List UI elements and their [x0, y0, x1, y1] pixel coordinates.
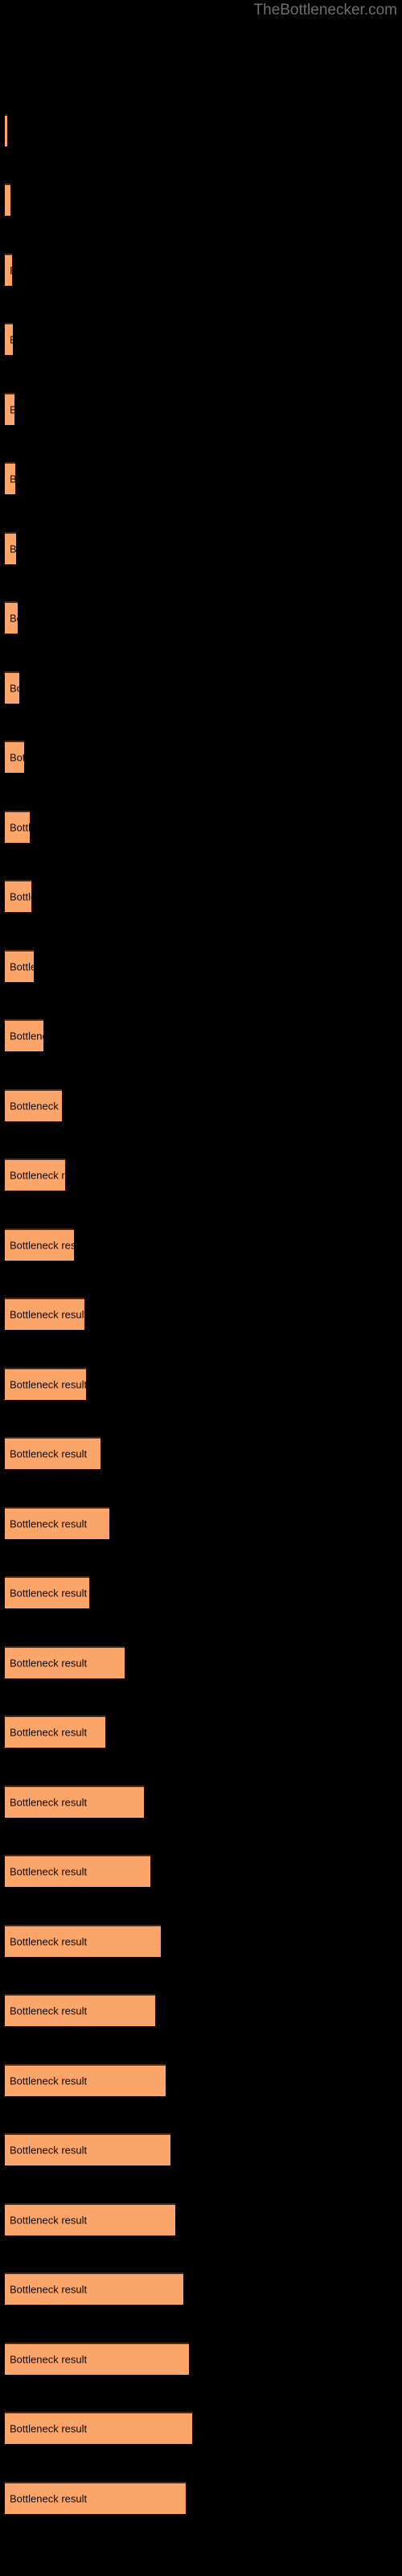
bar-label: Bottleneck result — [10, 2492, 88, 2505]
bar-label: Bottleneck result — [10, 2214, 88, 2227]
chart-bar: Bottleneck result — [5, 1994, 155, 2026]
bar-label: Bottleneck result — [10, 265, 12, 277]
bar-label: Bottleneck result — [10, 543, 16, 555]
bar-label: Bottleneck result — [10, 1378, 86, 1391]
bar-chart-root: TheBottlenecker.com Bottleneck resultBot… — [0, 0, 402, 2576]
chart-bar: Bottleneck result — [5, 1785, 144, 1818]
bar-label: Bottleneck result — [10, 473, 15, 485]
chart-bar: Bottleneck result — [5, 1507, 109, 1539]
bar-label: Bottleneck result — [10, 2004, 88, 2017]
bar-label: Bottleneck result — [10, 1447, 88, 1460]
bar-label: Bottleneck result — [10, 960, 34, 973]
chart-bar: Bottleneck result — [5, 811, 30, 843]
chart-bar: Bottleneck result — [5, 1576, 89, 1608]
chart-bar: Bottleneck result — [5, 950, 34, 982]
bar-label: Bottleneck result — [10, 821, 30, 834]
bar-label: Bottleneck result — [10, 751, 24, 764]
chart-bar: Bottleneck result — [5, 1298, 84, 1330]
chart-plot-area: Bottleneck result Bottleneck result Bottle… — [0, 0, 402, 2576]
bar-label: Bottleneck result — [10, 2144, 88, 2157]
chart-bar: Bottleneck result — [5, 462, 15, 494]
bar-label: Bottleneck result — [10, 682, 19, 695]
chart-bar: Bottleneck result — [5, 1925, 161, 1957]
chart-bar: Bottleneck result — [5, 323, 13, 355]
bar-label: Bottleneck result — [10, 1587, 88, 1600]
chart-bar: Bottleneck result — [5, 1228, 74, 1261]
bar-label: Bottleneck result — [10, 2283, 88, 2296]
bar-label: Bottleneck result — [10, 1796, 88, 1809]
bar-label: Bottleneck result — [10, 2422, 88, 2435]
chart-bar: Bottleneck result — [5, 393, 14, 425]
chart-bar: Bottleneck result — [5, 1437, 100, 1469]
chart-bar: Bottleneck result — [5, 2133, 170, 2165]
chart-bar: Bottleneck result — [5, 532, 16, 564]
bar-label: Bottleneck result — [10, 404, 14, 416]
bar-label: Bottleneck result — [10, 1030, 43, 1042]
bar-label: Bottleneck result — [10, 2353, 88, 2366]
bar-label: Bottleneck result — [10, 2074, 88, 2087]
chart-bar: Bottleneck result — [5, 2064, 166, 2096]
bar-label: Bottleneck result — [10, 890, 31, 903]
bar-label: Bottleneck result — [10, 334, 13, 346]
chart-bar: Bottleneck result — [5, 1855, 150, 1887]
bar-label: Bottleneck result — [10, 1169, 65, 1182]
chart-bar: Bottleneck result — [5, 1715, 105, 1748]
bar-label: Bottleneck result — [10, 612, 18, 625]
bar-label: Bottleneck result — [10, 1935, 88, 1948]
chart-bar: Bottleneck result — [5, 114, 7, 147]
chart-bar: Bottleneck result — [5, 880, 31, 912]
bar-label: Bottleneck result — [10, 1726, 88, 1739]
bar-label: Bottleneck result — [10, 1517, 88, 1530]
bar-label: Bottleneck result — [10, 1239, 74, 1252]
chart-bar: Bottleneck result — [5, 184, 10, 216]
chart-bar: Bottleneck result — [5, 1089, 62, 1121]
chart-bar: Bottleneck result — [5, 671, 19, 704]
chart-bar: Bottleneck result — [5, 2412, 192, 2444]
chart-bar: Bottleneck result — [5, 1646, 125, 1678]
chart-bar: Bottleneck result — [5, 2482, 186, 2514]
chart-bar: Bottleneck result — [5, 2203, 175, 2235]
bar-label: Bottleneck result — [10, 1865, 88, 1878]
bar-label: Bottleneck result — [10, 1308, 84, 1321]
chart-bar: Bottleneck result — [5, 2343, 189, 2375]
chart-bar: Bottleneck result — [5, 254, 12, 286]
chart-bar: Bottleneck result — [5, 601, 18, 634]
chart-bar: Bottleneck result — [5, 1368, 86, 1400]
chart-bar: Bottleneck result — [5, 2273, 183, 2305]
chart-bar: Bottleneck result — [5, 1158, 65, 1191]
chart-bar: Bottleneck result — [5, 1019, 43, 1051]
chart-bar: Bottleneck result — [5, 741, 24, 773]
bar-label: Bottleneck result — [10, 1657, 88, 1670]
bar-label: Bottleneck result — [10, 1100, 62, 1113]
